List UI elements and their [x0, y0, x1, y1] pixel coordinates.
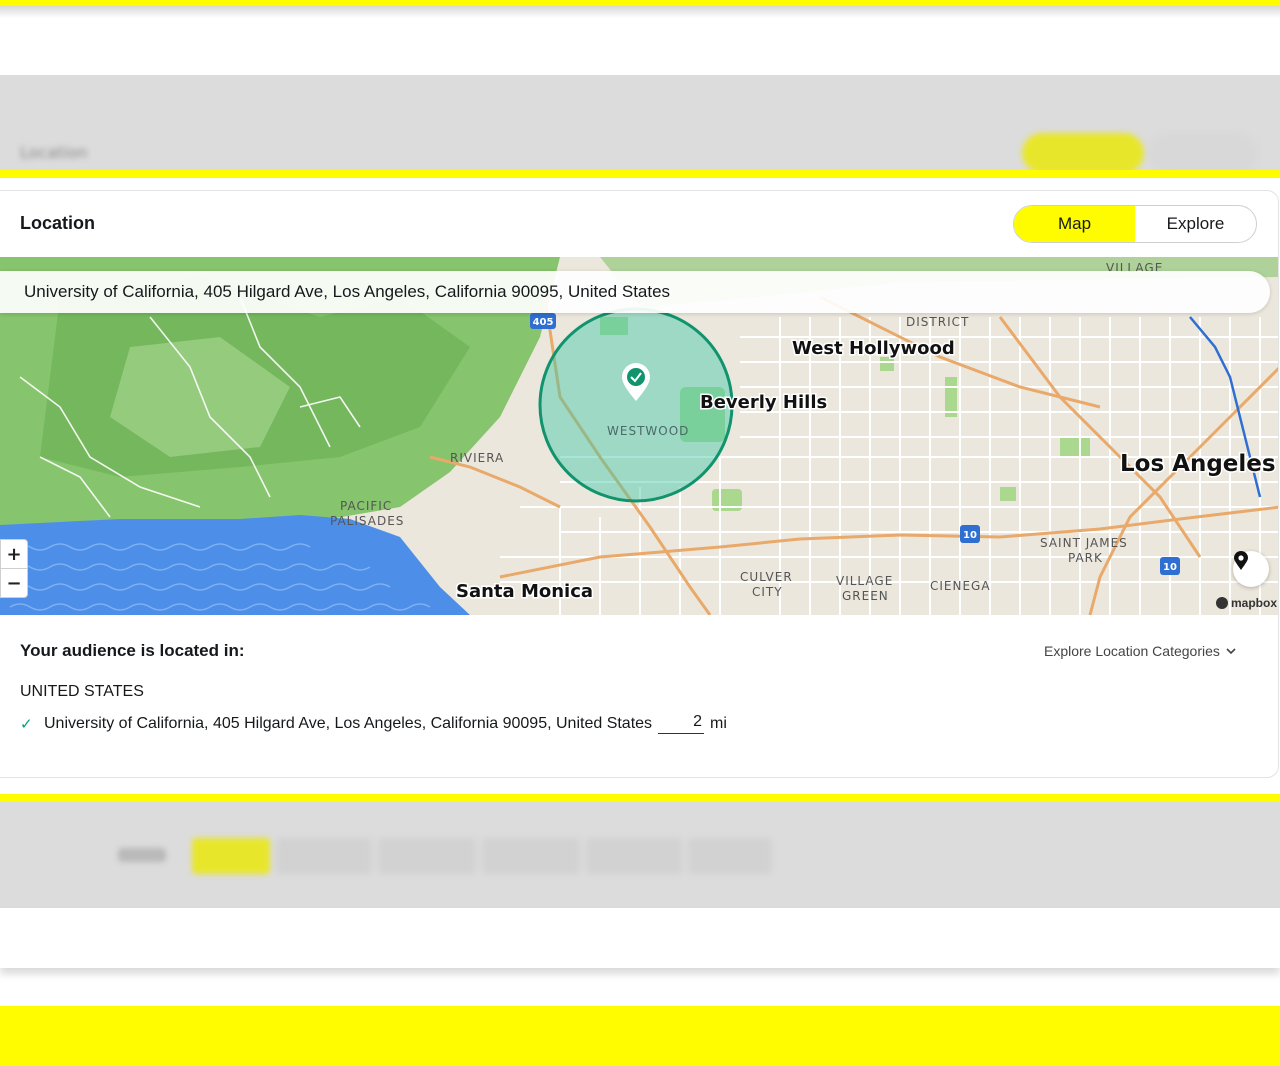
label-green: GREEN	[842, 589, 889, 603]
label-park: PARK	[1068, 551, 1103, 565]
view-toggle: Map Explore	[1013, 205, 1257, 243]
label-village: VILLAGE	[836, 574, 893, 588]
label-culver: CULVER	[740, 570, 793, 584]
label-westwood: WESTWOOD	[607, 424, 689, 438]
map-view[interactable]: 405 10 10 West Hollywood Beverly Hills L…	[0, 257, 1278, 615]
mapbox-attribution[interactable]: mapbox	[1216, 596, 1277, 610]
location-search-input[interactable]: University of California, 405 Hilgard Av…	[0, 271, 1270, 313]
checkmark-icon: ✓	[20, 715, 33, 733]
location-item: ✓ University of California, 405 Hilgard …	[20, 713, 727, 734]
label-west-hollywood: West Hollywood	[792, 338, 955, 359]
map-tab-button[interactable]: Map	[1014, 206, 1135, 242]
chevron-down-icon	[1226, 648, 1236, 655]
top-shadow	[0, 6, 1280, 18]
blurred-age-option	[688, 838, 772, 874]
label-pacific: PACIFIC	[340, 499, 392, 513]
label-city: CITY	[752, 585, 783, 599]
label-los-angeles: Los Angeles	[1120, 451, 1276, 477]
label-santa-monica: Santa Monica	[456, 581, 593, 602]
explore-location-categories-link[interactable]: Explore Location Categories	[1044, 643, 1236, 659]
zoom-out-button[interactable]: −	[0, 568, 28, 598]
bottom-yellow-band	[0, 1006, 1280, 1066]
country-heading: UNITED STATES	[20, 683, 144, 700]
drop-pin-button[interactable]	[1233, 551, 1269, 587]
blurred-age-option	[482, 838, 580, 874]
highlight-band-top	[0, 170, 1280, 178]
card-title: Location	[20, 213, 95, 233]
map-pin-icon	[1234, 551, 1248, 570]
radius-input[interactable]	[658, 713, 705, 734]
blurred-location-label: Location	[20, 143, 88, 162]
label-cienega: CIENEGA	[930, 579, 991, 593]
highlight-band-bottom	[0, 794, 1280, 802]
lower-panel	[0, 908, 1280, 968]
highway-10-label-b: 10	[1163, 562, 1177, 573]
label-beverly-hills: Beverly Hills	[700, 392, 827, 413]
blurred-age-option	[276, 838, 372, 874]
explore-location-categories-label: Explore Location Categories	[1044, 643, 1220, 659]
highway-10-label-a: 10	[963, 530, 977, 541]
highway-405-label: 405	[533, 317, 554, 328]
blurred-map-button	[1022, 133, 1144, 170]
blurred-age-option-selected	[192, 838, 270, 874]
radius-unit: mi	[710, 714, 727, 732]
zoom-in-button[interactable]: +	[0, 539, 28, 569]
label-saint-james: SAINT JAMES	[1040, 536, 1128, 550]
label-palisades: PALISADES	[330, 514, 404, 528]
blurred-age-option	[378, 838, 476, 874]
audience-title: Your audience is located in:	[20, 641, 245, 660]
label-riviera: RIVIERA	[450, 451, 504, 465]
location-card: Location Map Explore 405 10 10 West Holl…	[0, 190, 1279, 778]
explore-tab-button[interactable]: Explore	[1135, 206, 1256, 242]
blurred-background-header: Location	[0, 75, 1280, 170]
blurred-age-label	[118, 848, 166, 862]
blurred-background-age-selector	[0, 802, 1280, 908]
mapbox-logo-icon	[1216, 597, 1228, 609]
location-item-name: University of California, 405 Hilgard Av…	[44, 714, 653, 732]
label-district: DISTRICT	[906, 315, 969, 329]
blurred-explore-button	[1148, 133, 1258, 170]
mapbox-attribution-text: mapbox	[1231, 596, 1278, 610]
blurred-age-option	[586, 838, 682, 874]
